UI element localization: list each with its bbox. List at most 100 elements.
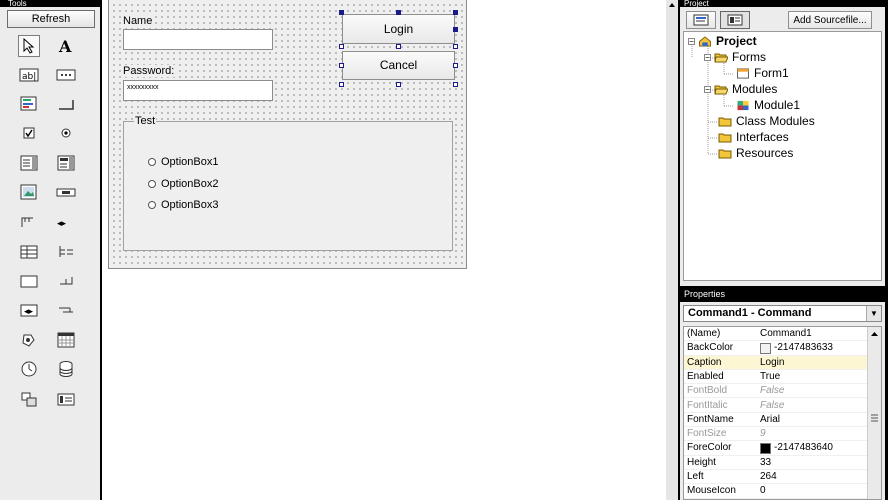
property-row[interactable]: FontBold False xyxy=(684,384,868,399)
cancel-button[interactable]: Cancel xyxy=(342,51,455,80)
property-row[interactable]: FontItalic False xyxy=(684,399,868,413)
add-sourcefile-button[interactable]: Add Sourcefile... xyxy=(788,11,872,29)
property-grid-scrollbar[interactable] xyxy=(867,327,881,499)
resize-handle[interactable] xyxy=(453,44,458,49)
property-row[interactable]: Enabled True xyxy=(684,370,868,385)
form-designer[interactable]: Name Password: xxxxxxxxx Login Cancel Te… xyxy=(108,0,467,269)
tree-node-forms[interactable]: − Forms xyxy=(704,50,766,64)
checkbox-tool-icon[interactable] xyxy=(18,122,40,144)
property-value-cell[interactable]: 33 xyxy=(760,456,771,470)
color-swatch xyxy=(760,442,771,454)
test-frame[interactable]: Test OptionBox1 OptionBox2 OptionBox3 xyxy=(123,115,453,251)
property-value-cell[interactable]: Login xyxy=(760,356,784,370)
property-name: MouseIcon xyxy=(687,485,736,497)
property-value-cell[interactable]: False xyxy=(760,384,784,398)
command-button-tool-icon[interactable] xyxy=(55,93,77,115)
tree-node-resources[interactable]: Resources xyxy=(718,146,793,160)
property-value-cell[interactable]: Arial xyxy=(760,413,780,427)
tree-node-interfaces[interactable]: Interfaces xyxy=(718,130,789,144)
treeview-tool-icon[interactable] xyxy=(55,241,77,263)
resize-handle[interactable] xyxy=(339,82,344,87)
vscroll-tool-icon[interactable]: ◂▸ xyxy=(55,211,77,233)
shape-tool-icon[interactable] xyxy=(18,270,40,292)
tree-node-class-modules[interactable]: Class Modules xyxy=(718,114,815,128)
property-value: Arial xyxy=(760,413,781,425)
property-value-cell[interactable]: 0 xyxy=(760,484,766,498)
frame-tool-icon[interactable] xyxy=(55,64,77,86)
line-tool-icon[interactable] xyxy=(55,270,77,292)
property-row[interactable]: (Name) Command1 xyxy=(684,327,868,342)
property-row[interactable]: MouseIcon 0 xyxy=(684,484,868,499)
option-button-tool-icon[interactable] xyxy=(55,122,77,144)
property-value-cell[interactable]: False xyxy=(760,399,784,413)
property-row[interactable]: FontName Arial xyxy=(684,413,868,428)
tree-node-module1[interactable]: Module1 xyxy=(736,98,800,112)
name-textbox[interactable] xyxy=(123,29,273,50)
property-value-cell[interactable]: -2147483633 xyxy=(760,341,833,355)
calendar-tool-icon[interactable] xyxy=(55,329,77,351)
database-tool-icon[interactable] xyxy=(55,358,77,380)
resize-handle[interactable] xyxy=(453,10,458,15)
image-tool-icon[interactable] xyxy=(18,181,40,203)
collapse-icon[interactable]: − xyxy=(704,53,711,61)
pointer-tool-icon[interactable] xyxy=(18,35,40,57)
grid-tool-icon[interactable] xyxy=(18,241,40,263)
collapse-icon[interactable]: − xyxy=(704,85,711,93)
object-selector[interactable]: Command1 - Command ▼ xyxy=(683,305,882,322)
collapse-icon[interactable]: − xyxy=(688,37,695,45)
property-row[interactable]: FontSize 9 xyxy=(684,427,868,442)
refresh-button[interactable]: Refresh xyxy=(7,10,95,28)
timer-tool-icon[interactable] xyxy=(18,211,40,233)
scroll-thumb-grip-icon[interactable] xyxy=(868,413,881,423)
resize-handle[interactable] xyxy=(453,82,458,87)
dir-list-tool-icon[interactable] xyxy=(55,299,77,321)
resize-handle[interactable] xyxy=(339,63,344,68)
resize-handle[interactable] xyxy=(396,10,401,15)
tree-node-form1[interactable]: Form1 xyxy=(736,66,789,80)
resize-handle[interactable] xyxy=(339,44,344,49)
resize-handle[interactable] xyxy=(339,10,344,15)
textbox-tool-icon[interactable]: ab| xyxy=(18,64,40,86)
chevron-down-icon[interactable]: ▼ xyxy=(866,306,881,321)
drive-list-tool-icon[interactable]: ◂▸ xyxy=(18,299,40,321)
property-value-cell[interactable]: Command1 xyxy=(760,327,812,341)
resize-handle[interactable] xyxy=(453,27,458,32)
property-row[interactable]: Height 33 xyxy=(684,456,868,470)
login-button[interactable]: Login xyxy=(342,14,455,44)
view-code-button[interactable] xyxy=(720,11,750,29)
property-value-cell[interactable]: True xyxy=(760,370,780,384)
property-row[interactable]: ForeColor -2147483640 xyxy=(684,441,868,456)
list-tool-icon[interactable] xyxy=(55,152,77,174)
clock-tool-icon[interactable] xyxy=(18,358,40,380)
scroll-up-arrow-icon[interactable] xyxy=(666,0,678,10)
project-tree[interactable]: − Project − Forms Form1 − Modules Module… xyxy=(683,31,882,281)
tree-node-modules[interactable]: − Modules xyxy=(704,82,777,96)
property-grid[interactable]: (Name) Command1 BackColor -2147483633 Captio… xyxy=(683,326,882,500)
property-row[interactable]: Caption Login xyxy=(684,355,868,370)
password-textbox[interactable]: xxxxxxxxx xyxy=(123,80,273,101)
data-tool-icon[interactable] xyxy=(55,388,77,410)
resize-handle[interactable] xyxy=(396,44,401,49)
resize-handle[interactable] xyxy=(453,63,458,68)
label-tool-icon[interactable]: A xyxy=(55,35,77,57)
ole-tool-icon[interactable] xyxy=(18,329,40,351)
picture-tool-icon[interactable] xyxy=(18,93,40,115)
option-box-1[interactable]: OptionBox1 xyxy=(148,156,218,168)
view-object-button[interactable] xyxy=(686,11,716,29)
option-box-2[interactable]: OptionBox2 xyxy=(148,178,218,190)
property-row[interactable]: Left 264 xyxy=(684,470,868,485)
property-value-cell[interactable]: 9 xyxy=(760,427,766,441)
property-row[interactable]: BackColor -2147483633 xyxy=(684,341,868,356)
resize-handle[interactable] xyxy=(396,82,401,87)
option-box-3[interactable]: OptionBox3 xyxy=(148,199,218,211)
scroll-up-arrow-icon[interactable] xyxy=(868,329,881,339)
property-value-cell[interactable]: -2147483640 xyxy=(760,441,833,455)
designer-vertical-scrollbar[interactable] xyxy=(666,0,678,500)
property-value: 33 xyxy=(760,456,772,468)
combo-tool-icon[interactable] xyxy=(18,152,40,174)
tree-node-project[interactable]: − Project xyxy=(688,34,757,48)
object-selector-value: Command1 - Command xyxy=(688,307,812,319)
misc-tool-icon[interactable] xyxy=(18,388,40,410)
hscroll-tool-icon[interactable] xyxy=(55,181,77,203)
property-value-cell[interactable]: 264 xyxy=(760,470,777,484)
